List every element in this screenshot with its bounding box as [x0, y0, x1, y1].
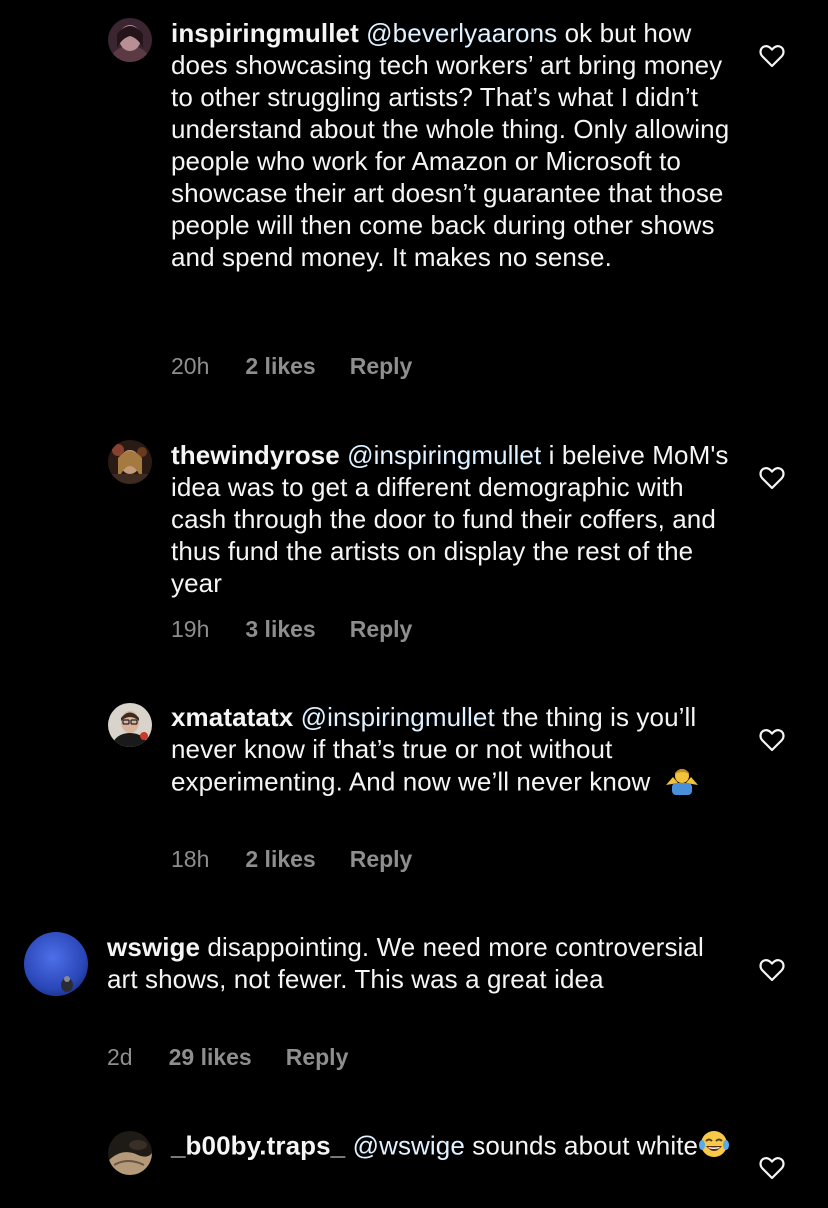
comment-text: inspiringmullet @beverlyaarons ok but ho… [171, 17, 731, 273]
comment-meta: 18h 2 likes Reply [171, 846, 412, 873]
heart-icon[interactable] [759, 466, 785, 490]
heart-icon[interactable] [759, 1156, 785, 1180]
heart-icon[interactable] [759, 958, 785, 982]
username[interactable]: thewindyrose [171, 440, 340, 470]
username[interactable]: _b00by.traps_ [171, 1130, 345, 1160]
likes-count[interactable]: 2 likes [245, 353, 315, 380]
timestamp: 19h [171, 616, 210, 642]
avatar[interactable] [108, 18, 152, 62]
mention-link[interactable]: @beverlyaarons [366, 18, 557, 48]
comment-body: ok but how does showcasing tech workers’… [171, 18, 730, 272]
comment-meta: 20h 2 likes Reply [171, 353, 412, 380]
mention-link[interactable]: @inspiringmullet [347, 440, 541, 470]
username[interactable]: xmatatatx [171, 702, 293, 732]
likes-count[interactable]: 2 likes [245, 846, 315, 873]
reply-button[interactable]: Reply [286, 1044, 349, 1071]
timestamp: 2d [107, 1044, 133, 1070]
username[interactable]: wswige [107, 932, 200, 962]
timestamp: 18h [171, 846, 210, 872]
comment-text: _b00by.traps_ @wswige sounds about white [171, 1129, 731, 1166]
avatar[interactable] [24, 932, 88, 996]
timestamp: 20h [171, 353, 210, 379]
reply-button[interactable]: Reply [350, 616, 413, 643]
mention-link[interactable]: @wswige [353, 1130, 465, 1160]
mention-link[interactable]: @inspiringmullet [301, 702, 495, 732]
comment-text: thewindyrose @inspiringmullet i beleive … [171, 439, 731, 599]
comment-text: xmatatatx @inspiringmullet the thing is … [171, 701, 731, 802]
comment-meta: 19h 3 likes Reply [171, 616, 412, 643]
reply-button[interactable]: Reply [350, 846, 413, 873]
heart-icon[interactable] [759, 44, 785, 68]
likes-count[interactable]: 3 likes [245, 616, 315, 643]
avatar[interactable] [108, 703, 152, 747]
comment-meta: 2d 29 likes Reply [107, 1044, 348, 1071]
tears-of-joy-emoji [698, 1129, 730, 1166]
person-shrugging-emoji [664, 765, 700, 802]
likes-count[interactable]: 29 likes [169, 1044, 252, 1071]
reply-button[interactable]: Reply [350, 353, 413, 380]
avatar[interactable] [108, 440, 152, 484]
avatar[interactable] [108, 1131, 152, 1175]
username[interactable]: inspiringmullet [171, 18, 359, 48]
heart-icon[interactable] [759, 728, 785, 752]
comment-body: sounds about white [464, 1130, 699, 1161]
comment-text: wswige disappointing. We need more contr… [107, 931, 727, 995]
